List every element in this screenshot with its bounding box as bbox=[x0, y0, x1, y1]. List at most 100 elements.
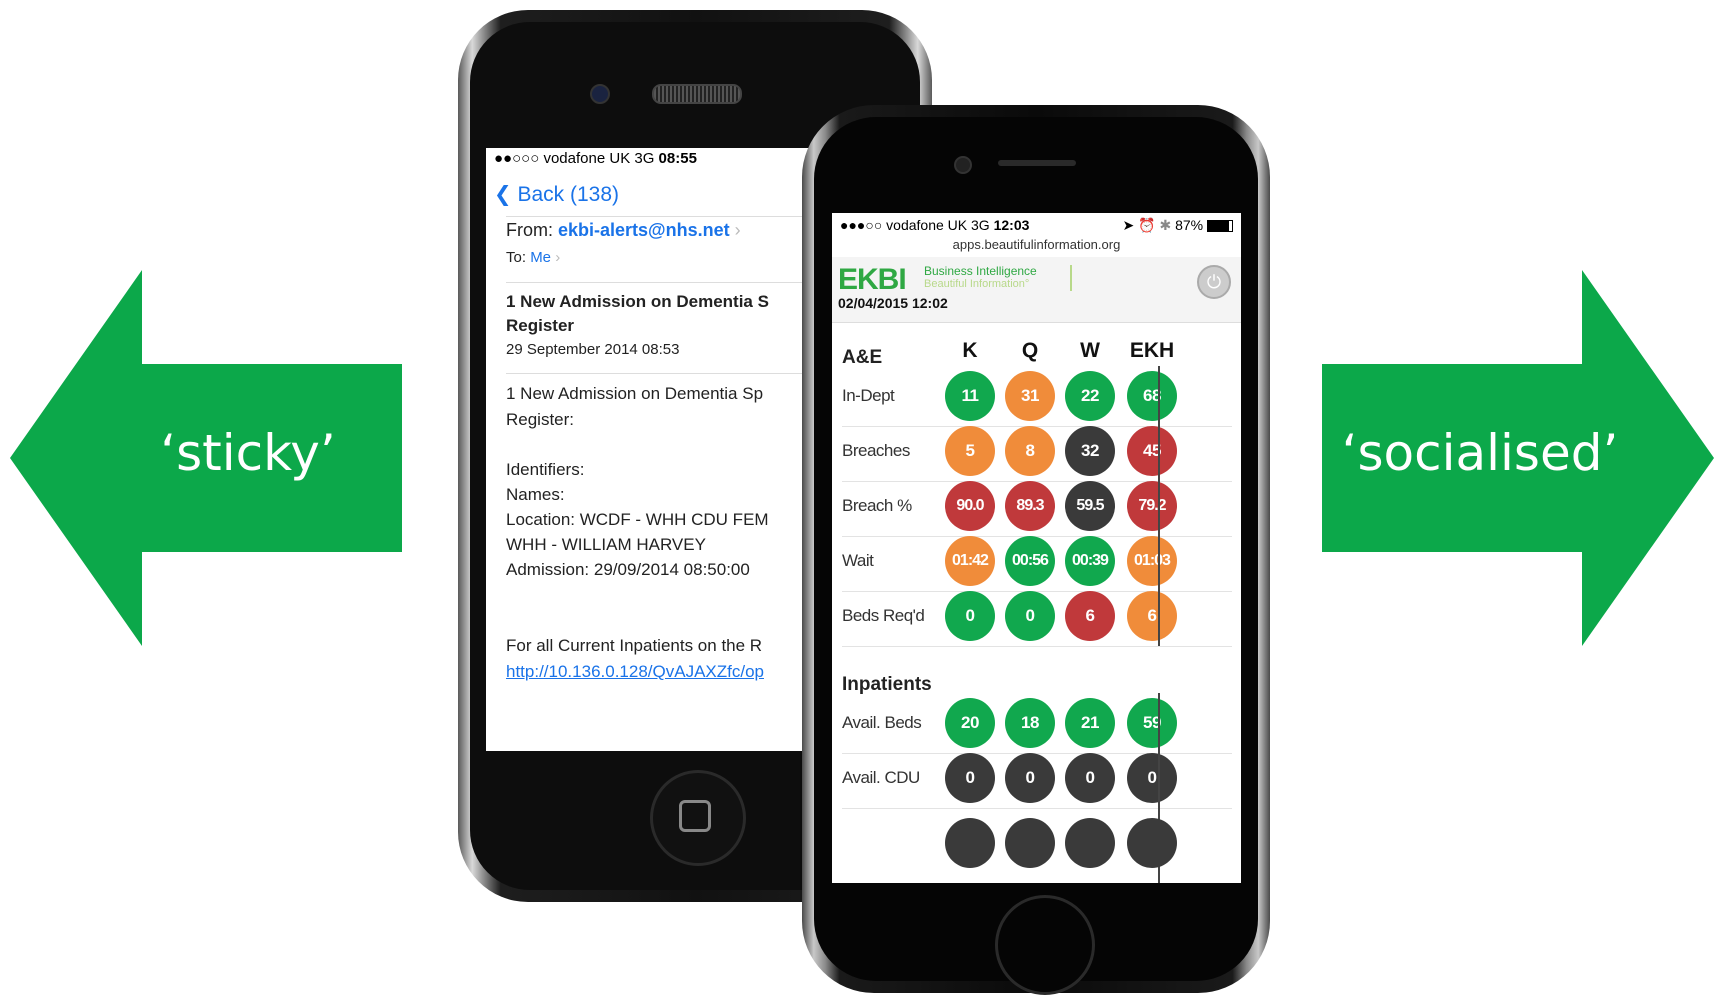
metric-bubble[interactable]: 79.2 bbox=[1127, 481, 1177, 531]
location-text: Location: WCDF - WHH CDU FEM bbox=[506, 510, 769, 529]
home-square-icon bbox=[679, 800, 711, 832]
column-header-w: W bbox=[1080, 339, 1100, 362]
metric-bubble[interactable]: 0 bbox=[945, 753, 995, 803]
section-header: Inpatients bbox=[842, 674, 932, 695]
camera-icon bbox=[954, 156, 972, 174]
sticky-label: ‘sticky’ bbox=[160, 424, 336, 482]
chevron-left-icon: ❮ bbox=[494, 183, 512, 206]
battery-icon bbox=[1207, 220, 1233, 233]
row-label: Wait bbox=[842, 551, 874, 570]
metric-bubble-partial bbox=[1005, 818, 1055, 868]
metric-bubble[interactable]: 01:03 bbox=[1127, 536, 1177, 586]
body-text: 1 New Admission on Dementia Sp bbox=[506, 384, 764, 403]
row-divider bbox=[842, 646, 1232, 647]
to-row: To: Me › bbox=[506, 249, 560, 266]
from-row: From: ekbi-alerts@nhs.net › bbox=[506, 220, 741, 241]
metric-bubble[interactable]: 89.3 bbox=[1005, 481, 1055, 531]
home-button[interactable] bbox=[995, 895, 1095, 995]
report-datetime: 02/04/2015 12:02 bbox=[838, 295, 948, 311]
metric-bubble[interactable]: 01:42 bbox=[945, 536, 995, 586]
metric-bubble[interactable]: 21 bbox=[1065, 698, 1115, 748]
tagline-2: Beautiful Information° bbox=[924, 278, 1030, 290]
metric-bubble[interactable]: 22 bbox=[1065, 371, 1115, 421]
metric-bubble[interactable]: 32 bbox=[1065, 426, 1115, 476]
metric-bubble[interactable]: 68 bbox=[1127, 371, 1177, 421]
admission-text: Admission: 29/09/2014 08:50:00 bbox=[506, 560, 750, 579]
metric-bubble[interactable]: 59 bbox=[1127, 698, 1177, 748]
subject-line: 1 New Admission on Dementia S bbox=[506, 292, 769, 311]
row-divider bbox=[842, 808, 1232, 809]
to-recipient[interactable]: Me bbox=[530, 249, 551, 266]
chevron-right-icon: › bbox=[734, 220, 741, 240]
metric-bubble[interactable]: 90.0 bbox=[945, 481, 995, 531]
subject-line-2: Register bbox=[506, 316, 575, 335]
metric-bubble[interactable]: 0 bbox=[1065, 753, 1115, 803]
metric-bubble[interactable]: 18 bbox=[1005, 698, 1055, 748]
email-date: 29 September 2014 08:53 bbox=[506, 341, 680, 358]
ekh-divider bbox=[1158, 366, 1160, 646]
dashboard-screen: ●●●○○ vodafone UK 3G 12:03 ➤ ⏰ ✱ 87% app… bbox=[832, 213, 1241, 883]
body-text-2: Register: bbox=[506, 410, 575, 429]
column-header-ekh: EKH bbox=[1129, 339, 1175, 362]
metric-bubble[interactable]: 00:39 bbox=[1065, 536, 1115, 586]
metric-bubble[interactable]: 00:56 bbox=[1005, 536, 1055, 586]
socialised-label: ‘socialised’ bbox=[1341, 424, 1619, 482]
metric-bubble[interactable]: 45 bbox=[1127, 426, 1177, 476]
email-screen: ●●○○○ vodafone UK 3G 08:55 ❮ Back (138) … bbox=[486, 148, 826, 751]
status-time: 12:03 bbox=[993, 217, 1030, 233]
row-label: Beds Req'd bbox=[842, 606, 925, 625]
status-right: ➤ ⏰ ✱ 87% bbox=[1122, 217, 1233, 234]
carrier-text: ●●○○○ vodafone UK 3G bbox=[494, 150, 655, 167]
metric-bubble[interactable]: 0 bbox=[945, 591, 995, 641]
metric-bubble[interactable]: 59.5 bbox=[1065, 481, 1115, 531]
location-arrow-icon: ➤ bbox=[1122, 217, 1135, 233]
power-icon[interactable]: ⏻ bbox=[1197, 265, 1231, 299]
row-label: Avail. CDU bbox=[842, 768, 920, 787]
battery-percent: 87% bbox=[1175, 217, 1204, 233]
url-bar[interactable]: apps.beautifulinformation.org bbox=[832, 237, 1241, 252]
footer-text: For all Current Inpatients on the R bbox=[506, 636, 763, 655]
section-header: A&E bbox=[842, 347, 883, 368]
identifiers-text: Identifiers: bbox=[506, 460, 585, 479]
alarm-icon: ⏰ bbox=[1138, 217, 1156, 233]
tagline: Business Intelligence bbox=[924, 264, 1037, 278]
status-time: 08:55 bbox=[658, 150, 697, 167]
back-button[interactable]: ❮ Back (138) bbox=[494, 182, 619, 207]
chevron-right-icon: › bbox=[555, 249, 561, 266]
metric-bubble[interactable]: 8 bbox=[1005, 426, 1055, 476]
row-label: Avail. Beds bbox=[842, 713, 922, 732]
divider bbox=[506, 373, 826, 374]
from-address[interactable]: ekbi-alerts@nhs.net bbox=[558, 220, 730, 240]
row-label: In-Dept bbox=[842, 386, 895, 405]
column-header-q: Q bbox=[1021, 339, 1039, 362]
metric-bubble-partial bbox=[1065, 818, 1115, 868]
from-label: From: bbox=[506, 220, 553, 240]
metric-bubble[interactable]: 6 bbox=[1127, 591, 1177, 641]
metric-bubble-partial bbox=[945, 818, 995, 868]
location-text-2: WHH - WILLIAM HARVEY bbox=[506, 535, 706, 554]
column-header-k: K bbox=[962, 339, 978, 362]
qlikview-link[interactable]: http://10.136.0.128/QvAJAXZfc/op bbox=[506, 662, 764, 682]
metric-bubble[interactable]: 5 bbox=[945, 426, 995, 476]
names-text: Names: bbox=[506, 485, 565, 504]
status-bar: ●●●○○ vodafone UK 3G 12:03 bbox=[840, 217, 1029, 233]
divider bbox=[506, 216, 826, 217]
bluetooth-icon: ✱ bbox=[1159, 217, 1172, 233]
metric-bubble[interactable]: 0 bbox=[1005, 591, 1055, 641]
metric-bubble[interactable]: 6 bbox=[1065, 591, 1115, 641]
to-label: To: bbox=[506, 249, 527, 266]
metric-bubble[interactable]: 0 bbox=[1127, 753, 1177, 803]
camera-icon bbox=[590, 84, 610, 104]
metric-bubble[interactable]: 20 bbox=[945, 698, 995, 748]
status-bar: ●●○○○ vodafone UK 3G 08:55 bbox=[494, 150, 697, 167]
row-label: Breach % bbox=[842, 496, 912, 515]
back-label: Back (138) bbox=[517, 183, 619, 206]
logo-divider bbox=[1070, 265, 1072, 291]
metric-bubble-partial bbox=[1127, 818, 1177, 868]
metric-bubble[interactable]: 31 bbox=[1005, 371, 1055, 421]
app-header: EKBI Business Intelligence Beautiful Inf… bbox=[832, 257, 1241, 323]
speaker-grille bbox=[998, 160, 1076, 166]
metric-bubble[interactable]: 11 bbox=[945, 371, 995, 421]
row-label: Breaches bbox=[842, 441, 910, 460]
metric-bubble[interactable]: 0 bbox=[1005, 753, 1055, 803]
